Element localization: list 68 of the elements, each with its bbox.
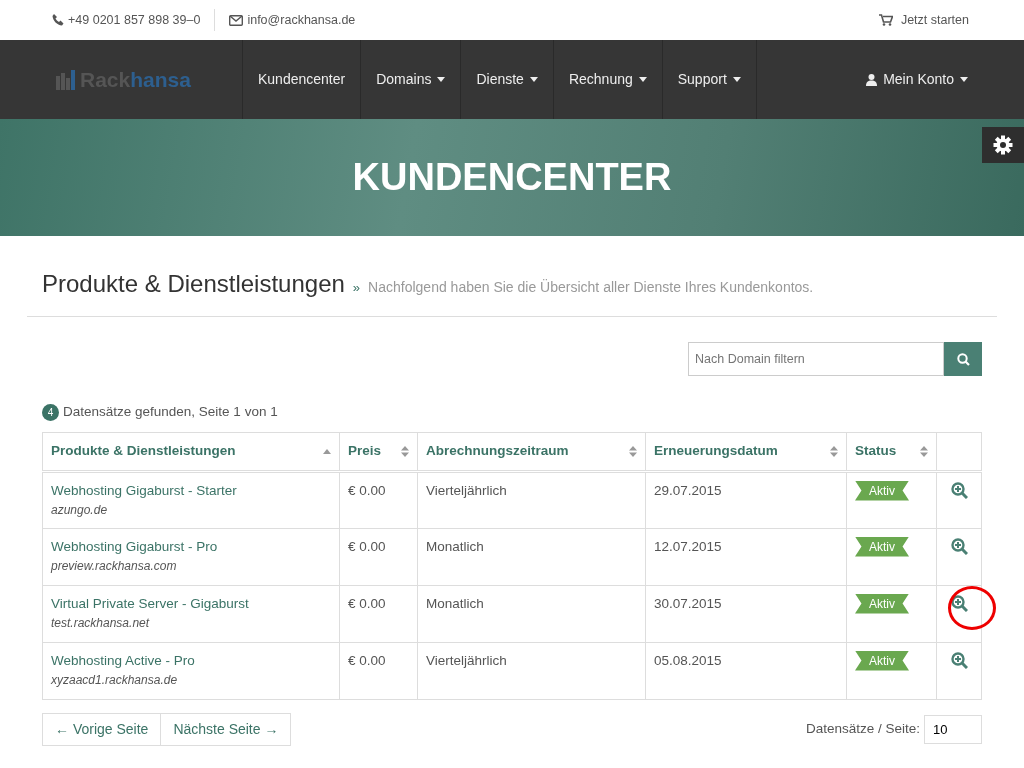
product-link[interactable]: Webhosting Gigaburst - Starter bbox=[51, 482, 237, 498]
renewal-date-cell: 29.07.2015 bbox=[645, 471, 847, 528]
sort-icon bbox=[629, 445, 637, 457]
domain-text: test.rackhansa.net bbox=[51, 614, 151, 632]
page-title: Produkte & Dienstleistungen bbox=[42, 269, 345, 299]
zoom-in-icon[interactable] bbox=[950, 595, 968, 613]
renewal-date-cell: 12.07.2015 bbox=[645, 528, 847, 585]
renewal-date-cell: 05.08.2015 bbox=[645, 642, 847, 699]
highlight-circle bbox=[947, 585, 996, 630]
record-count-badge: 4 bbox=[42, 403, 59, 421]
domain-text: xyzaacd1.rackhansa.de bbox=[51, 671, 179, 689]
status-label: Aktiv bbox=[855, 593, 909, 614]
separator-text: » bbox=[352, 279, 361, 297]
cart-icon bbox=[878, 14, 893, 26]
phone-icon bbox=[52, 14, 64, 26]
records-found-text: Datensätze gefunden, Seite 1 von 1 bbox=[63, 403, 278, 421]
billing-cycle-cell: Vierteljährlich bbox=[417, 642, 646, 699]
caret-icon bbox=[960, 77, 968, 82]
status-label: Aktiv bbox=[855, 650, 909, 671]
billing-cycle-cell: Monatlich bbox=[417, 528, 646, 585]
billing-cycle-cell: Monatlich bbox=[417, 585, 646, 642]
domain-filter-field[interactable]: Nach Domain filtern bbox=[688, 342, 944, 376]
previous-page-button[interactable]: ← Vorige Seite bbox=[42, 712, 162, 746]
search-icon bbox=[956, 352, 970, 366]
sort-icon bbox=[920, 445, 928, 457]
column-header[interactable]: Produkte & Dienstleistungen bbox=[42, 432, 340, 471]
price-cell: € 0.00 bbox=[339, 585, 418, 642]
price-cell: € 0.00 bbox=[339, 642, 418, 699]
product-link[interactable]: Webhosting Gigaburst - Pro bbox=[51, 538, 218, 554]
column-header[interactable]: Abrechnungszeitraum bbox=[417, 432, 646, 471]
logo-bars-icon bbox=[56, 69, 76, 90]
settings-icon bbox=[993, 135, 1013, 155]
caret-icon bbox=[638, 77, 647, 82]
account-menu[interactable]: Mein Konto bbox=[851, 40, 1024, 119]
caret-icon bbox=[529, 77, 538, 82]
domain-text: preview.rackhansa.com bbox=[51, 557, 178, 575]
per-page-field[interactable]: 10 bbox=[924, 714, 982, 744]
caret-icon bbox=[732, 77, 741, 82]
get-started-link[interactable]: Jetzt starten bbox=[900, 10, 969, 30]
next-page-button[interactable]: Nächste Seite → bbox=[161, 712, 292, 746]
billing-cycle-cell: Vierteljährlich bbox=[417, 471, 646, 528]
sort-icon bbox=[401, 445, 409, 457]
page-subtitle: Nachfolgend haben Sie die Übersicht aller Dienste Ihres Kundenkontos. bbox=[368, 278, 814, 297]
column-header[interactable]: Status bbox=[846, 432, 937, 471]
column-header[interactable]: Preis bbox=[339, 432, 418, 471]
sort-icon bbox=[830, 445, 838, 457]
zoom-in-icon[interactable] bbox=[950, 482, 968, 500]
email-link[interactable]: info@rackhansa.de bbox=[247, 10, 356, 30]
search-button[interactable] bbox=[944, 342, 982, 376]
zoom-in-icon[interactable] bbox=[950, 652, 968, 670]
domain-text: azungo.de bbox=[51, 501, 109, 519]
user-icon bbox=[866, 73, 878, 86]
envelope-icon bbox=[229, 14, 244, 26]
price-cell: € 0.00 bbox=[339, 528, 418, 585]
renewal-date-cell: 30.07.2015 bbox=[645, 585, 847, 642]
banner-title: KUNDENCENTER bbox=[352, 154, 672, 200]
status-label: Aktiv bbox=[855, 536, 909, 557]
sort-ascending-icon bbox=[323, 448, 331, 454]
product-link[interactable]: Webhosting Active - Pro bbox=[51, 652, 195, 668]
zoom-in-icon[interactable] bbox=[950, 538, 968, 556]
product-link[interactable]: Virtual Private Server - Gigaburst bbox=[51, 595, 249, 611]
per-page-label: Datensätze / Seite: bbox=[805, 719, 920, 738]
settings-button[interactable] bbox=[982, 127, 1024, 163]
column-header[interactable]: Erneuerungsdatum bbox=[645, 432, 847, 471]
status-label: Aktiv bbox=[855, 480, 909, 501]
phone-number: +49 0201 857 898 39–0 bbox=[68, 11, 201, 29]
price-cell: € 0.00 bbox=[339, 471, 418, 528]
caret-icon bbox=[437, 77, 446, 82]
